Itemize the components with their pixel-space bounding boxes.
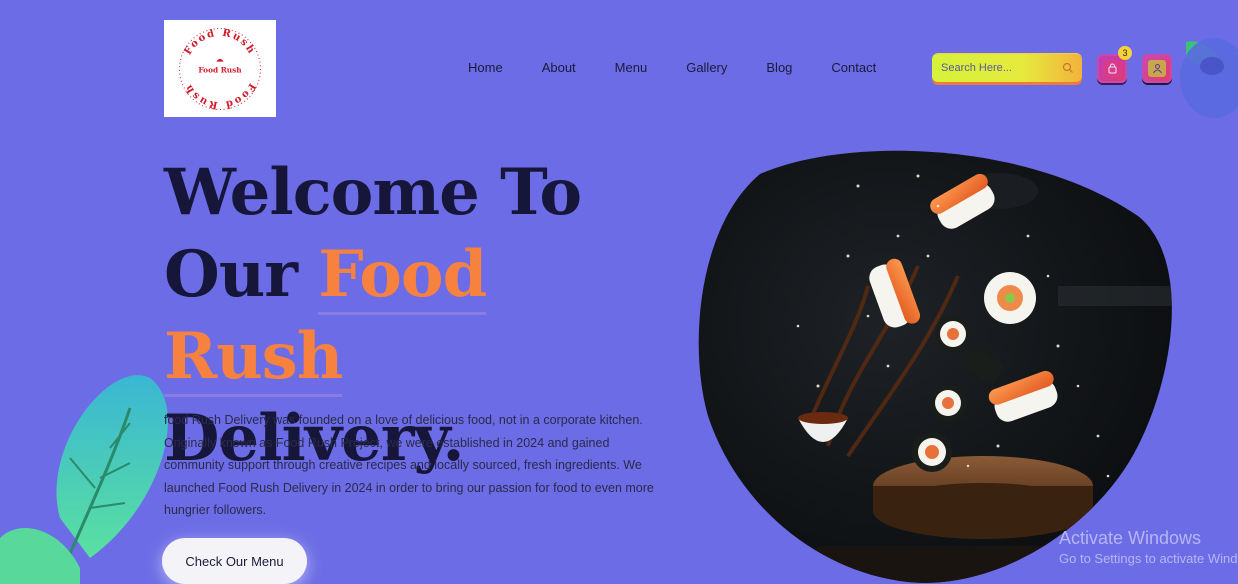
- cart-icon: [1108, 63, 1116, 74]
- nav-home[interactable]: Home: [468, 60, 503, 76]
- cart-count-badge: 3: [1118, 46, 1132, 60]
- nav-contact[interactable]: Contact: [831, 60, 876, 76]
- logo-ring-top: Food Rush: [182, 26, 257, 56]
- food-rush-logo-mark: Food Rush Food Rush Food Rush: [178, 26, 262, 111]
- cart-button[interactable]: 3: [1097, 46, 1132, 83]
- search-box: [932, 54, 1082, 82]
- hero-heading-line2-prefix: Our: [164, 237, 298, 312]
- hero-heading-line1: Welcome To: [164, 155, 582, 230]
- decorative-leaf-top-icon: [1180, 38, 1238, 118]
- flying-sushi-image: [698, 150, 1172, 583]
- site-logo[interactable]: Food Rush Food Rush Food Rush: [164, 20, 276, 117]
- user-icon: [1152, 64, 1162, 74]
- search-input[interactable]: [941, 62, 1062, 74]
- nav-gallery[interactable]: Gallery: [686, 60, 727, 76]
- svg-text:Food Rush: Food Rush: [182, 26, 258, 56]
- check-menu-button[interactable]: Check Our Menu: [162, 538, 307, 584]
- logo-center-text: Food Rush: [198, 65, 242, 74]
- nav-blog[interactable]: Blog: [766, 60, 792, 76]
- windows-activation-watermark: Activate Windows Go to Settings to activ…: [1059, 528, 1238, 570]
- nav-about[interactable]: About: [542, 60, 576, 76]
- watermark-subtitle: Go to Settings to activate Windows.: [1059, 551, 1238, 566]
- cloche-icon: [216, 58, 224, 62]
- hero-description: food Rush Delivery was founded on a love…: [164, 413, 654, 517]
- svg-text:Food Rush: Food Rush: [182, 81, 258, 111]
- logo-ring-bottom: Food Rush: [182, 81, 257, 111]
- decorative-leaf-bottom-icon: [0, 375, 168, 584]
- main-nav: Home About Menu Gallery Blog Contact: [468, 60, 876, 76]
- search-icon[interactable]: [1062, 62, 1074, 74]
- watermark-title: Activate Windows: [1059, 528, 1202, 548]
- nav-menu[interactable]: Menu: [615, 60, 648, 76]
